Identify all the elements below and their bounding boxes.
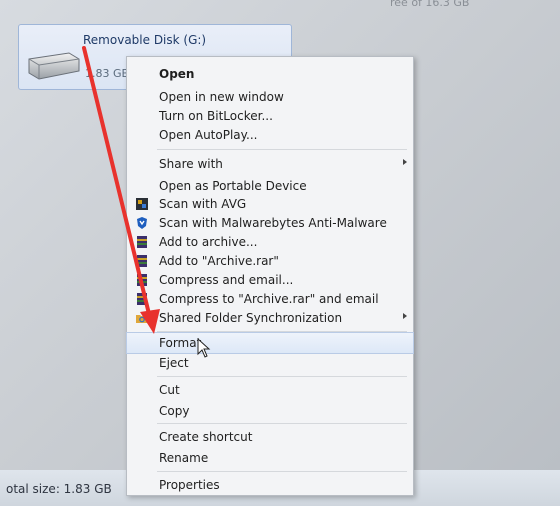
submenu-arrow-icon <box>403 313 407 319</box>
menu-item-create-shortcut[interactable]: Create shortcut <box>127 428 413 446</box>
menu-label: Compress and email... <box>159 273 294 287</box>
winrar-icon <box>137 274 147 286</box>
menu-item-add-to-archive-rar[interactable]: Add to "Archive.rar" <box>127 252 413 270</box>
menu-label: Create shortcut <box>159 430 253 444</box>
avg-icon <box>136 198 148 210</box>
menu-label: Shared Folder Synchronization <box>159 311 343 325</box>
menu-separator <box>157 376 407 377</box>
menu-item-scan-avg[interactable]: Scan with AVG <box>127 195 413 213</box>
menu-label: Scan with Malwarebytes Anti-Malware <box>159 216 387 230</box>
menu-item-copy[interactable]: Copy <box>127 402 413 420</box>
menu-item-format[interactable]: Format <box>126 332 414 354</box>
menu-item-open-new-window[interactable]: Open in new window <box>127 88 413 106</box>
menu-item-eject[interactable]: Eject <box>127 354 413 372</box>
menu-label: Turn on BitLocker... <box>159 109 273 123</box>
menu-item-open-portable-device[interactable]: Open as Portable Device <box>127 177 413 195</box>
menu-label: Add to "Archive.rar" <box>159 254 279 268</box>
menu-label: Cut <box>159 383 180 397</box>
winrar-icon <box>137 236 147 248</box>
menu-item-properties[interactable]: Properties <box>127 476 413 494</box>
menu-label: Open <box>159 67 195 81</box>
menu-item-shared-folder-sync[interactable]: Shared Folder Synchronization <box>127 309 413 327</box>
menu-label: Share with <box>159 157 223 171</box>
menu-item-cut[interactable]: Cut <box>127 381 413 399</box>
usb-drive-icon <box>28 52 80 80</box>
menu-item-turn-on-bitlocker[interactable]: Turn on BitLocker... <box>127 107 413 125</box>
menu-label: Compress to "Archive.rar" and email <box>159 292 379 306</box>
total-size-text: otal size: 1.83 GB <box>6 482 112 496</box>
menu-label: Open in new window <box>159 90 284 104</box>
winrar-icon <box>137 255 147 267</box>
sync-folder-icon <box>136 315 148 323</box>
menu-separator <box>157 149 407 150</box>
menu-label: Open AutoPlay... <box>159 128 258 142</box>
menu-label: Rename <box>159 451 209 465</box>
menu-item-compress-rar-email[interactable]: Compress to "Archive.rar" and email <box>127 290 413 308</box>
menu-label: Scan with AVG <box>159 197 247 211</box>
menu-item-open[interactable]: Open <box>127 65 413 83</box>
menu-item-compress-and-email[interactable]: Compress and email... <box>127 271 413 289</box>
menu-label: Properties <box>159 478 220 492</box>
drive-size-label: 1.83 GB <box>85 67 130 80</box>
menu-item-scan-malwarebytes[interactable]: Scan with Malwarebytes Anti-Malware <box>127 214 413 232</box>
winrar-icon <box>137 293 147 305</box>
menu-item-rename[interactable]: Rename <box>127 449 413 467</box>
menu-label: Add to archive... <box>159 235 258 249</box>
menu-label: Eject <box>159 356 189 370</box>
menu-separator <box>157 331 407 332</box>
menu-separator <box>157 423 407 424</box>
menu-label: Copy <box>159 404 190 418</box>
menu-separator <box>157 471 407 472</box>
menu-item-add-to-archive[interactable]: Add to archive... <box>127 233 413 251</box>
menu-label: Open as Portable Device <box>159 179 307 193</box>
menu-item-open-autoplay[interactable]: Open AutoPlay... <box>127 126 413 144</box>
drive-name-label: Removable Disk (G:) <box>83 33 207 47</box>
menu-item-share-with[interactable]: Share with <box>127 155 413 173</box>
context-menu: Open Open in new window Turn on BitLocke… <box>126 56 414 496</box>
mouse-cursor-icon <box>197 338 211 358</box>
menu-label: Format <box>159 336 202 350</box>
malwarebytes-icon <box>137 217 147 229</box>
free-space-text: ree of 16.3 GB <box>390 0 470 9</box>
submenu-arrow-icon <box>403 159 407 165</box>
